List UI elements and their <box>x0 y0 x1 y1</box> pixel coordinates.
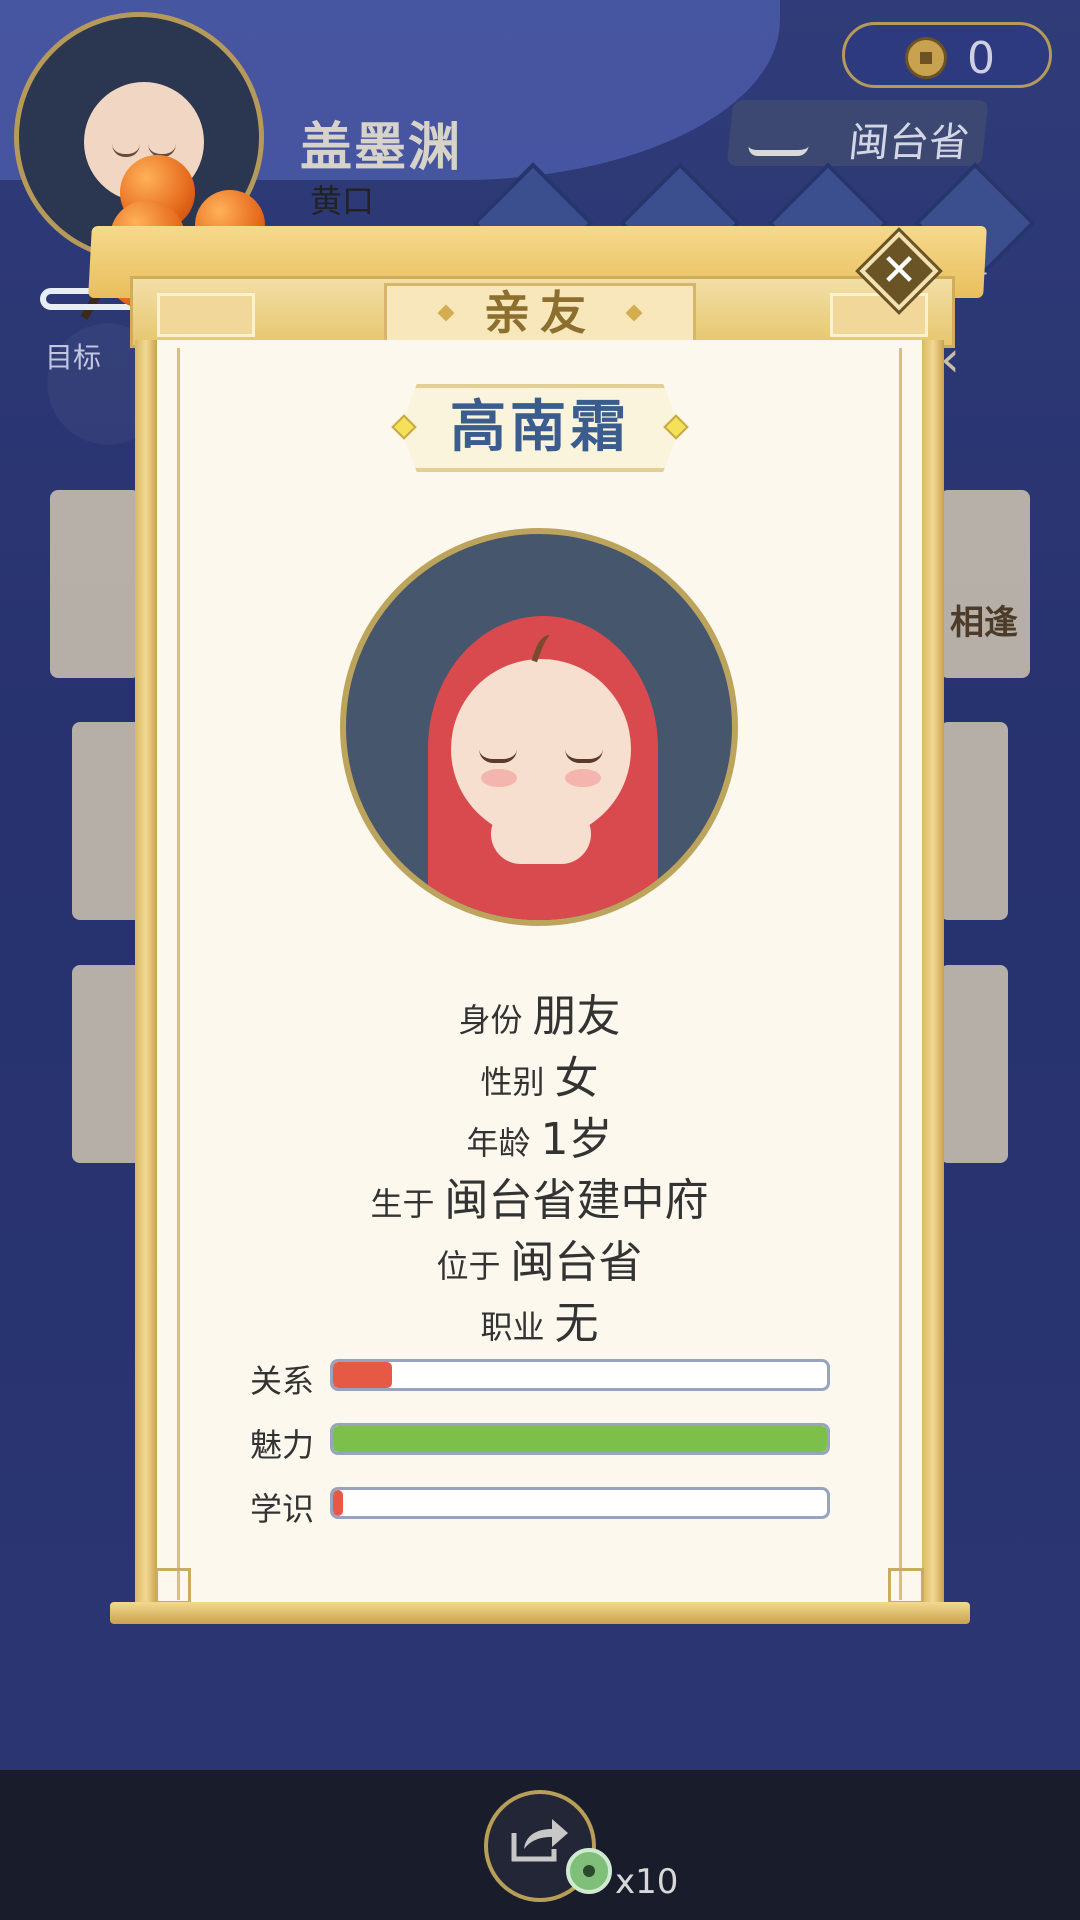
info-age: 年龄 1岁 <box>157 1103 922 1167</box>
jade-icon <box>566 1848 612 1894</box>
scroll-side-rod <box>922 340 944 1610</box>
info-gender: 性别女 <box>157 1042 922 1106</box>
info-birthplace: 生于 闽台省建中府 <box>157 1164 922 1228</box>
stat-label-charm: 魅力 <box>250 1426 315 1464</box>
cheek <box>481 769 517 787</box>
baby-hands <box>491 804 591 864</box>
info-key: 位于 <box>436 1247 501 1285</box>
share-icon[interactable] <box>510 1815 570 1865</box>
info-key: 年龄 <box>466 1124 531 1162</box>
info-key: 生于 <box>370 1185 435 1223</box>
header-ornament <box>157 293 255 337</box>
stat-label-knowledge: 学识 <box>250 1490 315 1528</box>
knowledge-bar <box>330 1487 830 1519</box>
charm-bar-fill <box>333 1426 827 1452</box>
info-key: 职业 <box>480 1308 545 1346</box>
eye <box>565 749 603 763</box>
reward-count: x10 <box>615 1862 679 1902</box>
modal-title: 亲友 <box>484 286 596 340</box>
corner-ornament <box>888 1568 924 1604</box>
scroll-side-rod <box>135 340 157 1610</box>
friend-detail-modal: 亲友 ✕ 高南霜 身份 朋友 性别女 年龄 1岁 生于 闽台省建中府 位于 闽台省 职业… <box>0 0 1080 1920</box>
info-key: 身份 <box>458 1001 523 1039</box>
info-occupation: 职业无 <box>157 1287 922 1351</box>
knowledge-bar-fill <box>333 1490 343 1516</box>
info-identity: 身份 朋友 <box>157 980 922 1044</box>
friend-name: 高南霜 <box>450 395 630 460</box>
info-value: 1岁 <box>540 1114 613 1165</box>
info-value: 无 <box>554 1298 599 1349</box>
corner-ornament <box>155 1568 191 1604</box>
info-key: 性别 <box>480 1063 545 1101</box>
scroll-bottom-rod <box>110 1602 970 1624</box>
friend-portrait <box>340 528 738 926</box>
cheek <box>565 769 601 787</box>
info-value: 女 <box>554 1053 599 1104</box>
stat-label-relationship: 关系 <box>250 1362 315 1400</box>
charm-bar <box>330 1423 830 1455</box>
info-value: 闽台省 <box>510 1237 643 1288</box>
relationship-bar <box>330 1359 830 1391</box>
eye <box>479 749 517 763</box>
close-icon[interactable]: ✕ <box>871 243 927 299</box>
relationship-bar-fill <box>333 1362 393 1388</box>
info-location: 位于 闽台省 <box>157 1226 922 1290</box>
info-value: 闽台省建中府 <box>444 1175 709 1226</box>
info-value: 朋友 <box>532 991 621 1042</box>
header-ornament <box>830 293 928 337</box>
